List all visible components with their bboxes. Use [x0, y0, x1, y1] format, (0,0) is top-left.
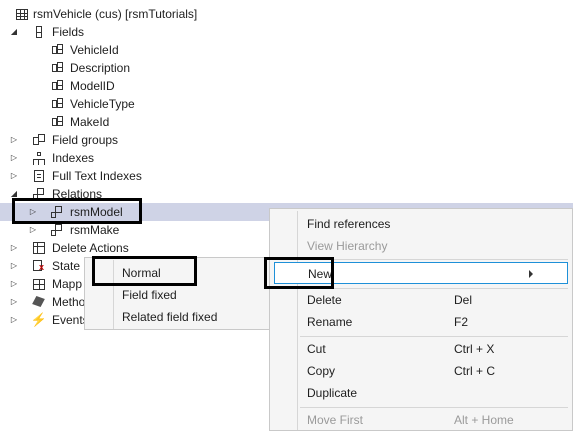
- menu-item-copy[interactable]: Copy Ctrl + C: [270, 360, 572, 382]
- menu-item-shortcut: Del: [454, 293, 473, 307]
- field-label: VehicleType: [70, 97, 135, 111]
- expand-arrow-icon[interactable]: ▷: [9, 293, 19, 311]
- tree-node-label: Metho: [52, 295, 86, 309]
- menu-item-shortcut: F2: [454, 315, 469, 329]
- submenu-item-label: Normal: [122, 266, 161, 280]
- expand-arrow-icon[interactable]: ▷: [9, 257, 19, 275]
- menu-item-rename[interactable]: Rename F2: [270, 311, 572, 333]
- index-icon: [32, 149, 46, 167]
- expand-arrow-icon[interactable]: ▷: [9, 167, 19, 185]
- relation-icon: [50, 203, 64, 221]
- expand-arrow-icon[interactable]: ▷: [9, 239, 19, 257]
- menu-item-delete[interactable]: Delete Del: [270, 289, 572, 311]
- expand-arrow-icon[interactable]: ▷: [28, 221, 38, 239]
- menu-item-new[interactable]: New: [274, 262, 568, 284]
- expand-arrow-icon[interactable]: ▷: [9, 275, 19, 293]
- method-icon: [32, 293, 46, 311]
- field-label: Description: [70, 61, 131, 75]
- menu-item-label: Move First: [307, 413, 364, 427]
- submenu-item-field-fixed[interactable]: Field fixed: [85, 284, 283, 306]
- expand-arrow-icon[interactable]: ▷: [9, 131, 19, 149]
- submenu-item-normal[interactable]: Normal: [85, 262, 283, 284]
- expand-arrow-icon[interactable]: ▷: [28, 203, 38, 221]
- state-machine-icon: [32, 257, 46, 275]
- menu-item-duplicate[interactable]: Duplicate: [270, 382, 572, 404]
- menu-item-shortcut: Alt + Home: [454, 413, 514, 427]
- collapse-arrow-icon[interactable]: ◢: [9, 185, 19, 203]
- menu-item-cut[interactable]: Cut Ctrl + X: [270, 338, 572, 360]
- tree-node-label: Indexes: [52, 151, 95, 165]
- field-label: MakeId: [70, 115, 110, 129]
- menu-separator: [300, 407, 568, 408]
- menu-item-shortcut: Ctrl + X: [454, 342, 495, 356]
- menu-separator: [300, 336, 568, 337]
- tree-node-label: Field groups: [52, 133, 119, 147]
- relation-label: rsmModel: [70, 205, 123, 219]
- menu-item-label: Delete: [307, 293, 342, 307]
- menu-item-view-hierarchy[interactable]: View Hierarchy: [270, 235, 572, 257]
- menu-item-shortcut: Ctrl + C: [454, 364, 496, 378]
- menu-item-label: Duplicate: [307, 386, 358, 400]
- relation-icon: [32, 185, 46, 203]
- submenu-item-label: Field fixed: [122, 288, 177, 302]
- menu-separator: [300, 259, 568, 260]
- collapse-arrow-icon[interactable]: ◢: [9, 23, 19, 41]
- delete-action-icon: [32, 239, 46, 257]
- fields-icon: [32, 23, 46, 41]
- menu-item-label: View Hierarchy: [307, 239, 388, 253]
- menu-item-label: Find references: [307, 217, 391, 231]
- menu-item-label: Copy: [307, 364, 336, 378]
- expand-arrow-icon[interactable]: ▷: [9, 311, 19, 329]
- mapping-icon: [32, 275, 46, 293]
- table-icon: [15, 5, 29, 23]
- relation-icon: [50, 221, 64, 239]
- menu-item-label: Rename: [307, 315, 353, 329]
- relation-label: rsmMake: [70, 223, 120, 237]
- tree-node-label: Fields: [52, 25, 85, 39]
- menu-item-find-references[interactable]: Find references: [270, 213, 572, 235]
- tree-node-label: Full Text Indexes: [52, 169, 142, 183]
- event-icon: ⚡: [30, 312, 48, 327]
- tree-node-label: Delete Actions: [52, 241, 129, 255]
- tree-node-label: Relations: [52, 187, 103, 201]
- field-label: VehicleId: [70, 43, 119, 57]
- menu-item-move-first[interactable]: Move First Alt + Home: [270, 409, 572, 431]
- new-submenu: Normal Field fixed Related field fixed: [84, 257, 284, 330]
- menu-item-label: New: [308, 267, 333, 281]
- submenu-item-related-field-fixed[interactable]: Related field fixed: [85, 306, 283, 328]
- expand-arrow-icon[interactable]: ▷: [9, 149, 19, 167]
- field-icon: [50, 77, 64, 95]
- tree-root-label: rsmVehicle (cus) [rsmTutorials]: [33, 7, 198, 21]
- field-label: ModelID: [70, 79, 115, 93]
- tree-node-label: Mapp: [52, 277, 83, 291]
- full-text-index-icon: [32, 167, 46, 185]
- submenu-arrow-icon: [529, 270, 533, 278]
- submenu-item-label: Related field fixed: [122, 310, 218, 324]
- field-group-icon: [32, 131, 46, 149]
- field-icon: [50, 59, 64, 77]
- field-icon: [50, 41, 64, 59]
- field-icon: [50, 95, 64, 113]
- context-menu: Find references View Hierarchy New Delet…: [269, 208, 573, 431]
- field-icon: [50, 113, 64, 131]
- menu-item-label: Cut: [307, 342, 326, 356]
